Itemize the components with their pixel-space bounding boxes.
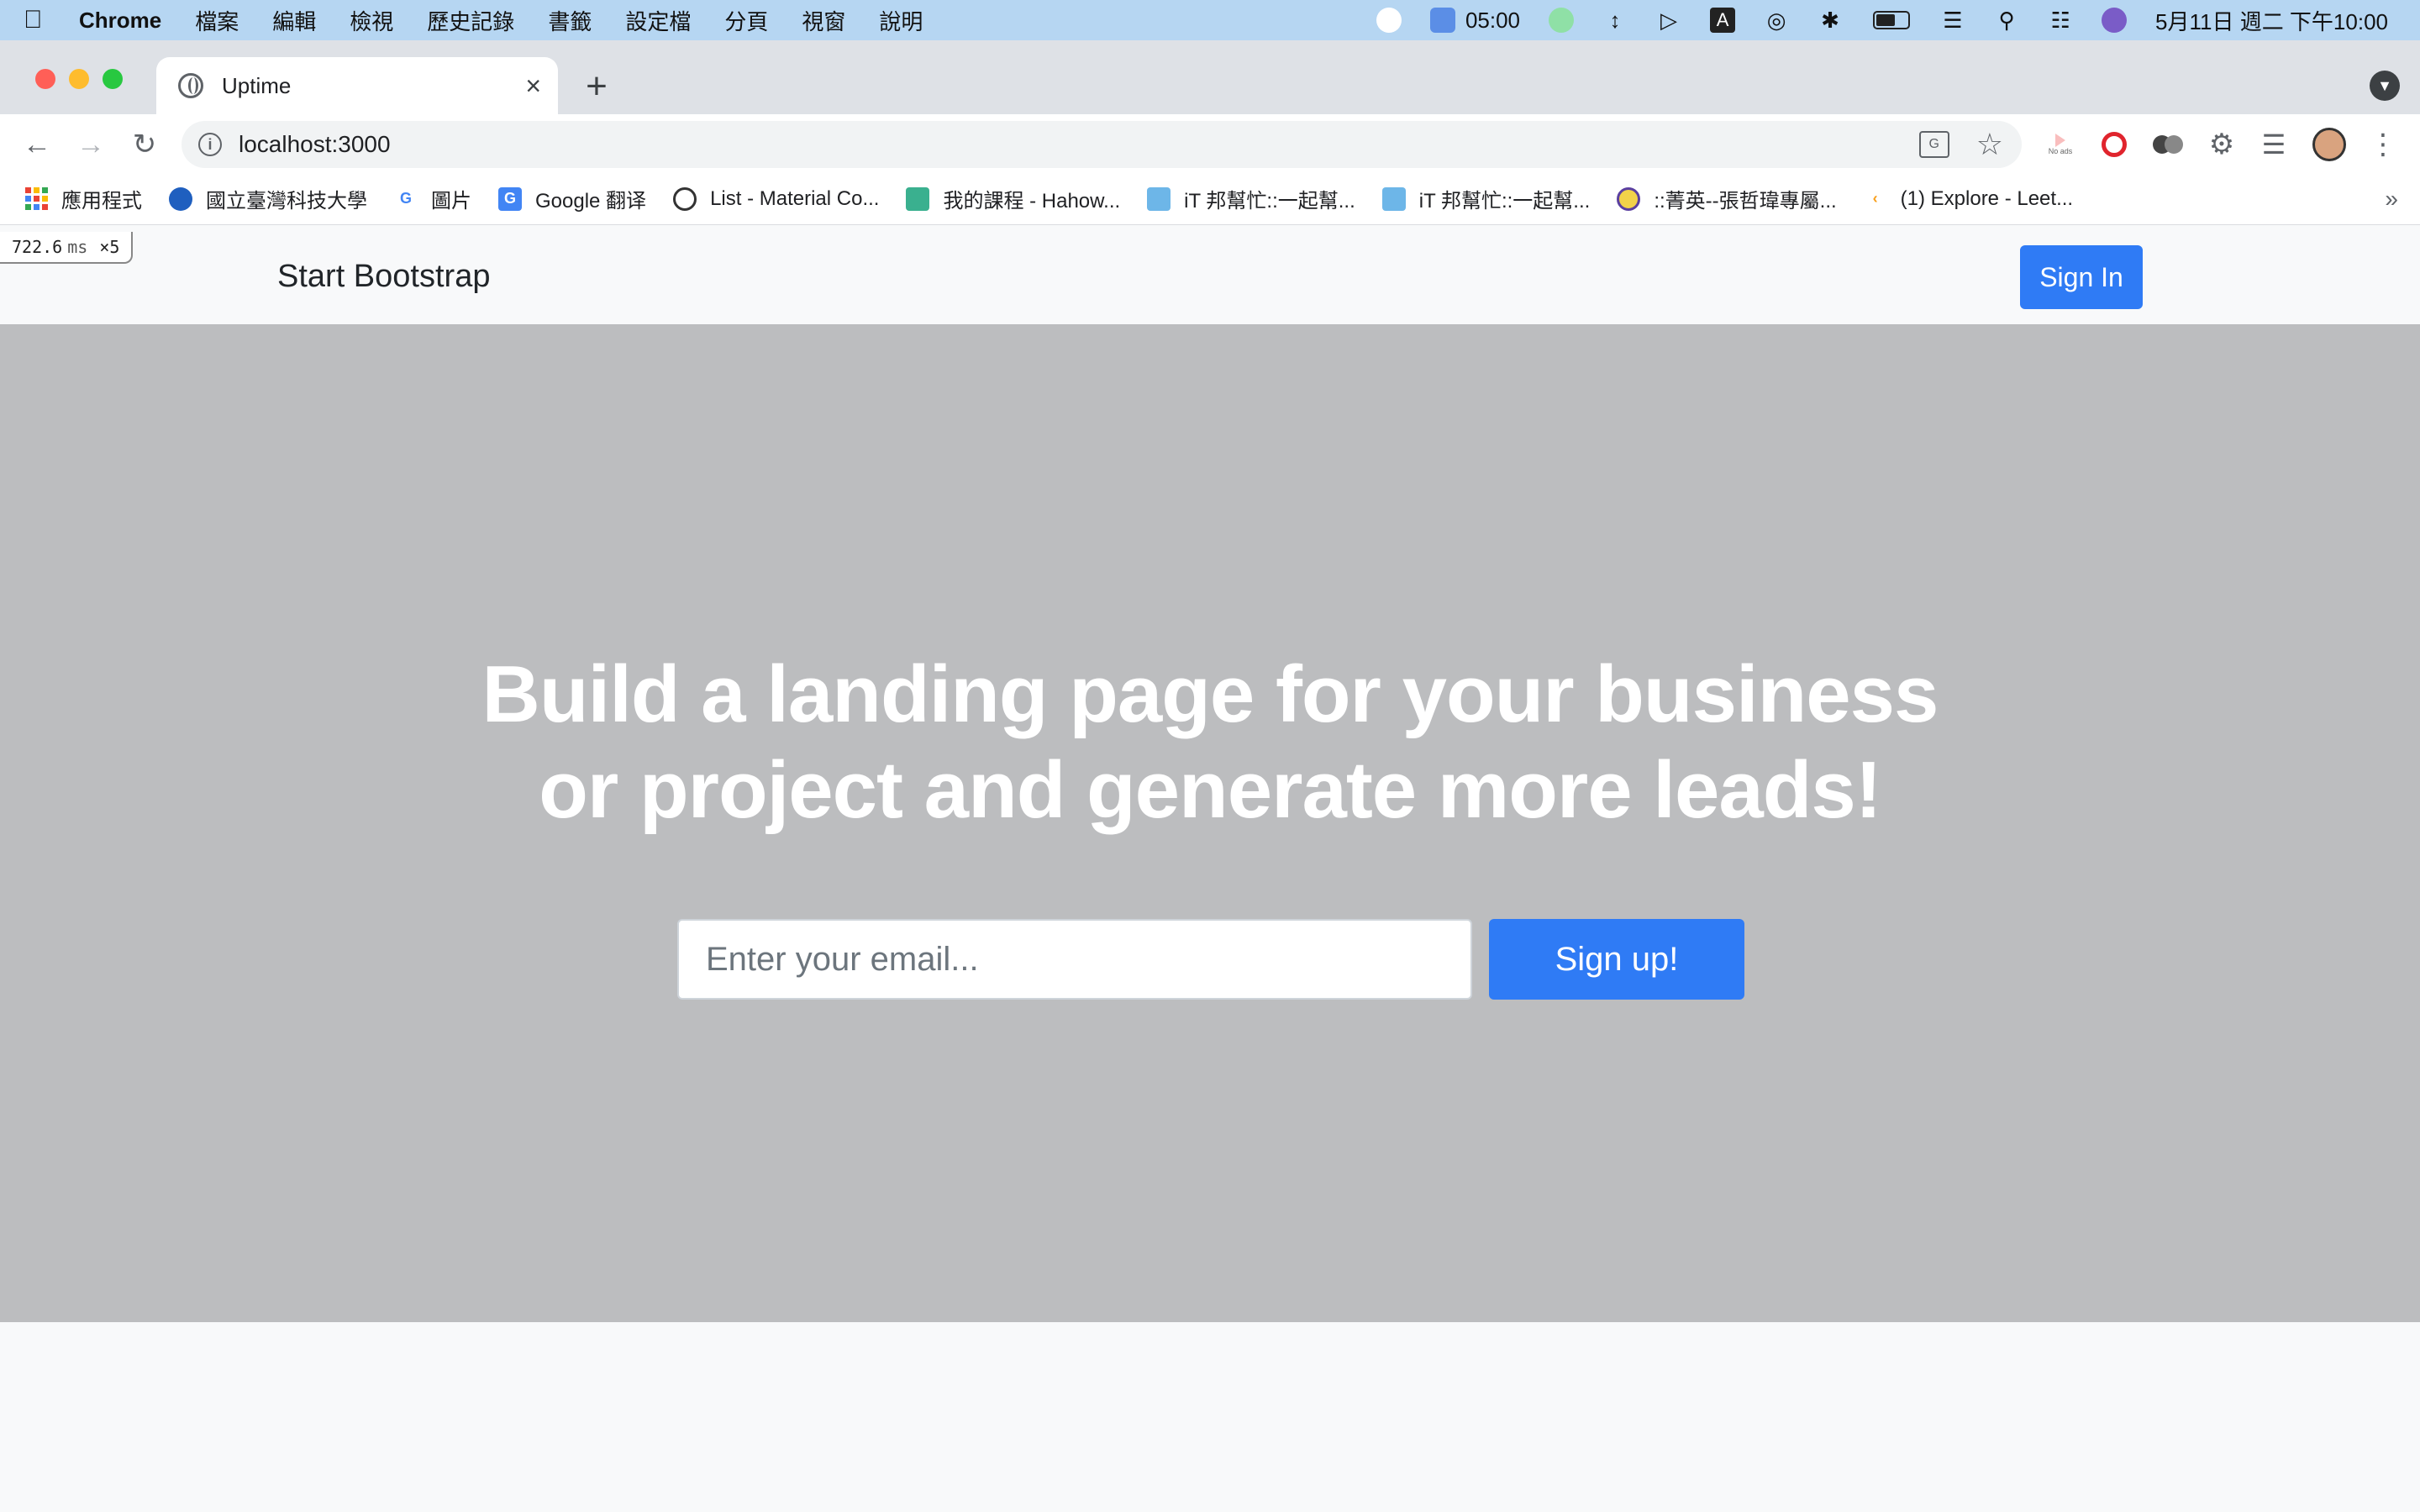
info-icon[interactable]: i [198, 133, 222, 156]
sign-in-button[interactable]: Sign In [2020, 245, 2143, 309]
ithelp-logo-icon [1147, 186, 1171, 211]
apple-icon[interactable]:  [24, 6, 72, 34]
headline-line-2: or project and generate more leads! [539, 745, 1881, 835]
noads-extension-icon[interactable]: No ads [2044, 128, 2077, 161]
menu-edit[interactable]: 編輯 [272, 5, 316, 36]
navbar-brand[interactable]: Start Bootstrap [277, 259, 490, 295]
menu-history[interactable]: 歷史記錄 [427, 5, 514, 36]
clock-text[interactable]: 5月11日 週二 下午10:00 [2155, 5, 2388, 36]
window-zoom-button[interactable] [103, 69, 123, 89]
material-logo-icon [673, 186, 697, 211]
line-icon[interactable] [1549, 8, 1575, 33]
page-headline: Build a landing page for your business o… [454, 647, 1966, 838]
input-source-icon[interactable]: A [1710, 8, 1736, 33]
globe-icon [178, 73, 203, 98]
perf-unit: ms [67, 237, 88, 257]
menu-view[interactable]: 檢視 [350, 5, 393, 36]
perf-multiplier: ×5 [99, 237, 120, 257]
target-extension-icon[interactable] [2097, 128, 2131, 161]
bookmark-label: (1) Explore - Leet... [1900, 186, 2074, 210]
window-minimize-button[interactable] [69, 69, 89, 89]
forward-button[interactable]: → [72, 126, 109, 163]
ntust-logo-icon [169, 186, 192, 211]
google-translate-icon: G [498, 186, 522, 211]
bookmark-label: ::菁英--張哲瑋專屬... [1654, 190, 1837, 213]
google-g-icon: G [399, 190, 412, 207]
bookmark-label: iT 邦幫忙::一起幫... [1184, 190, 1355, 213]
play-icon[interactable]: ▷ [1656, 8, 1681, 33]
bookmark-label: 我的課程 - Hahow... [943, 190, 1121, 213]
menu-file[interactable]: 檔案 [195, 5, 239, 36]
bookmark-label: iT 邦幫忙::一起幫... [1418, 190, 1591, 213]
timer-icon[interactable] [1429, 8, 1455, 33]
close-icon[interactable]: × [525, 71, 541, 102]
email-input[interactable] [677, 919, 1472, 1000]
bookmarks-overflow-icon[interactable]: » [2385, 186, 2398, 213]
battery-icon[interactable] [1871, 8, 1912, 33]
address-bar[interactable]: i localhost:3000 G ☆ [182, 121, 2022, 168]
profile-avatar[interactable] [2312, 128, 2346, 161]
translate-icon[interactable]: G [1918, 131, 1949, 158]
elite-logo-icon [1617, 186, 1641, 211]
bookmark-ithelp-1[interactable]: iT 邦幫忙::一起幫... [1147, 184, 1355, 213]
sign-up-button[interactable]: Sign up! [1489, 919, 1744, 1000]
hahow-logo-icon [906, 186, 930, 211]
bookmark-label: 應用程式 [61, 190, 142, 213]
ithelp-logo-icon [1381, 186, 1406, 211]
menu-window[interactable]: 視窗 [802, 5, 845, 36]
status-area: 05:00 ↕ ▷ A ◎ ✱ ☰ ⚲ ☷ 5月11日 週二 下午10:00 [1376, 0, 2388, 40]
bookmark-ithelp-2[interactable]: iT 邦幫忙::一起幫... [1381, 184, 1591, 213]
bookmark-images[interactable]: G 圖片 [394, 184, 471, 213]
bookmark-hahow[interactable]: 我的課程 - Hahow... [906, 184, 1120, 213]
apps-grid-icon [25, 187, 48, 210]
macos-menubar:  Chrome 檔案 編輯 檢視 歷史記錄 書籤 設定檔 分頁 視窗 說明 0… [0, 0, 2420, 40]
menu-bookmarks[interactable]: 書籤 [548, 5, 592, 36]
bookmark-apps[interactable]: 應用程式 [25, 184, 142, 213]
new-tab-button[interactable]: + [575, 65, 618, 108]
bookmark-ntust[interactable]: 國立臺灣科技大學 [169, 184, 367, 213]
wifi-icon[interactable]: ☰ [1940, 8, 1965, 33]
bookmark-label: 國立臺灣科技大學 [206, 190, 367, 213]
menu-app-name[interactable]: Chrome [79, 8, 161, 34]
airdrop-icon[interactable]: ◎ [1764, 8, 1789, 33]
noads-label: No ads [2048, 147, 2073, 155]
search-icon[interactable]: ⚲ [1994, 8, 2019, 33]
url-text[interactable]: localhost:3000 [239, 131, 1919, 158]
updown-arrow-icon[interactable]: ↕ [1602, 8, 1628, 33]
bookmark-label: List - Material Co... [710, 186, 880, 210]
bookmarks-bar: 應用程式 國立臺灣科技大學 G 圖片 G Google 翻译 List - Ma… [0, 173, 2420, 225]
bookmark-star-icon[interactable]: ☆ [1976, 127, 2003, 162]
telegram-icon[interactable] [1376, 8, 1402, 33]
bookmark-label: 圖片 [431, 190, 471, 213]
tab-search-button[interactable]: ▼ [2370, 71, 2400, 101]
siri-icon[interactable] [2102, 8, 2128, 33]
bookmark-label: Google 翻译 [535, 190, 647, 213]
reload-button[interactable]: ↻ [126, 126, 163, 163]
perf-value: 722.6 [12, 237, 63, 257]
perf-badge: 722.6 ms ×5 [0, 232, 134, 264]
timer-text[interactable]: 05:00 [1465, 8, 1520, 34]
menu-tab[interactable]: 分頁 [724, 5, 768, 36]
menu-profiles[interactable]: 設定檔 [625, 5, 691, 36]
control-center-icon[interactable]: ☷ [2048, 8, 2073, 33]
tab-title: Uptime [222, 72, 292, 98]
leetcode-logo-icon: ‹ [1872, 190, 1878, 207]
back-button[interactable]: ← [18, 126, 55, 163]
bluetooth-icon[interactable]: ✱ [1818, 8, 1843, 33]
menu-help[interactable]: 說明 [879, 5, 923, 36]
bookmark-leetcode[interactable]: ‹ (1) Explore - Leet... [1864, 187, 2073, 211]
window-close-button[interactable] [35, 69, 55, 89]
chrome-menu-icon[interactable]: ⋮ [2366, 128, 2400, 161]
bookmark-elite[interactable]: ::菁英--張哲瑋專屬... [1617, 184, 1837, 213]
bookmark-material[interactable]: List - Material Co... [673, 186, 880, 211]
extensions-puzzle-icon[interactable]: ⚙ [2205, 128, 2238, 161]
reading-list-icon[interactable]: ☰ [2257, 128, 2291, 161]
headline-line-1: Build a landing page for your business [481, 649, 1939, 739]
balls-extension-icon[interactable] [2151, 128, 2185, 161]
tab-uptime[interactable]: Uptime × [156, 57, 558, 114]
bookmark-google-translate[interactable]: G Google 翻译 [498, 184, 646, 213]
